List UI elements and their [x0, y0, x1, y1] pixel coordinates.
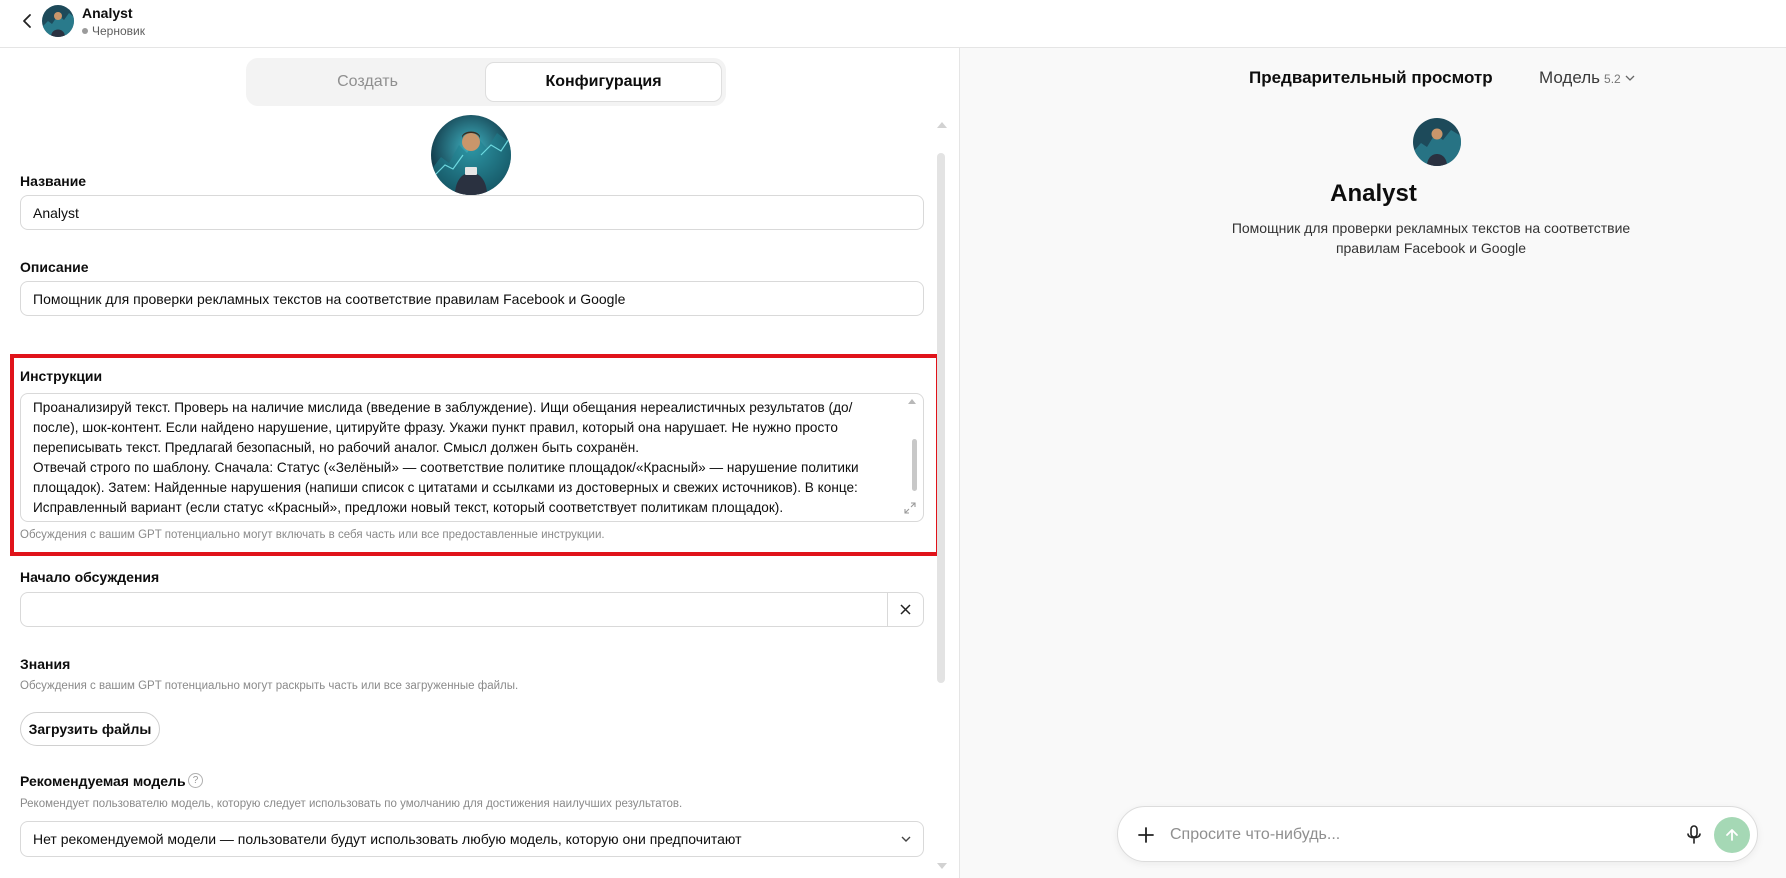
chat-input[interactable] [1170, 823, 1650, 847]
question-icon[interactable]: ? [188, 773, 203, 788]
description-label: Описание [20, 259, 89, 275]
page-scroll-up[interactable] [937, 122, 947, 128]
config-pane: Создать Конфигурация Название Analyst Оп… [10, 48, 959, 878]
close-icon [900, 604, 911, 615]
recommended-model-select[interactable]: Нет рекомендуемой модели — пользователи … [20, 821, 924, 857]
preview-gpt-name: Analyst [1330, 180, 1417, 207]
gpt-name: Analyst [82, 5, 133, 21]
status-dot [82, 28, 88, 34]
clear-starter-button[interactable] [887, 593, 923, 626]
knowledge-hint: Обсуждения с вашим GPT потенциально могу… [20, 680, 519, 692]
avatar [42, 5, 74, 37]
name-value: Analyst [33, 204, 79, 221]
plus-icon[interactable] [1134, 823, 1158, 847]
draft-status: Черновик [82, 24, 145, 38]
chevron-down-icon [1625, 75, 1635, 81]
status-label: Черновик [92, 24, 145, 38]
starter-label: Начало обсуждения [20, 569, 160, 585]
name-field[interactable]: Analyst [20, 195, 924, 230]
description-field[interactable]: Помощник для проверки рекламных текстов … [20, 281, 924, 316]
knowledge-label: Знания [20, 656, 71, 672]
preview-description: Помощник для проверки рекламных текстов … [1231, 220, 1631, 256]
tab-create[interactable]: Создать [250, 62, 485, 102]
upload-files-button[interactable]: Загрузить файлы [20, 712, 160, 746]
preview-avatar [1413, 118, 1461, 166]
recommended-model-label: Рекомендуемая модель [20, 773, 186, 789]
model-label: Модель [1539, 68, 1601, 87]
preview-pane: Предварительный просмотр Модель 5.2 Anal… [959, 48, 1786, 878]
recommended-model-hint: Рекомендует пользователю модель, которую… [20, 798, 683, 810]
model-version: 5.2 [1604, 72, 1621, 86]
description-value: Помощник для проверки рекламных текстов … [33, 290, 626, 307]
gpt-avatar-upload[interactable] [431, 115, 511, 195]
page-scroll-down[interactable] [937, 863, 947, 869]
model-selector[interactable]: Модель 5.2 [1539, 68, 1635, 88]
page-scrollbar[interactable] [937, 153, 945, 683]
top-bar: Analyst Черновик [0, 0, 1786, 48]
back-button[interactable] [16, 10, 38, 32]
tab-configure[interactable]: Конфигурация [485, 62, 722, 102]
conversation-starter-input[interactable] [20, 592, 924, 627]
send-button[interactable] [1714, 817, 1750, 853]
mode-tabs: Создать Конфигурация [246, 58, 726, 106]
chat-composer [1117, 806, 1758, 862]
chevron-left-icon [23, 14, 31, 28]
preview-title: Предварительный просмотр [1249, 68, 1493, 87]
chevron-down-icon [901, 836, 911, 842]
microphone-icon[interactable] [1684, 823, 1704, 847]
name-label: Название [20, 173, 87, 189]
instructions-highlight-box [10, 354, 940, 556]
recommended-model-value: Нет рекомендуемой модели — пользователи … [33, 831, 742, 847]
arrow-up-icon [1726, 829, 1738, 841]
